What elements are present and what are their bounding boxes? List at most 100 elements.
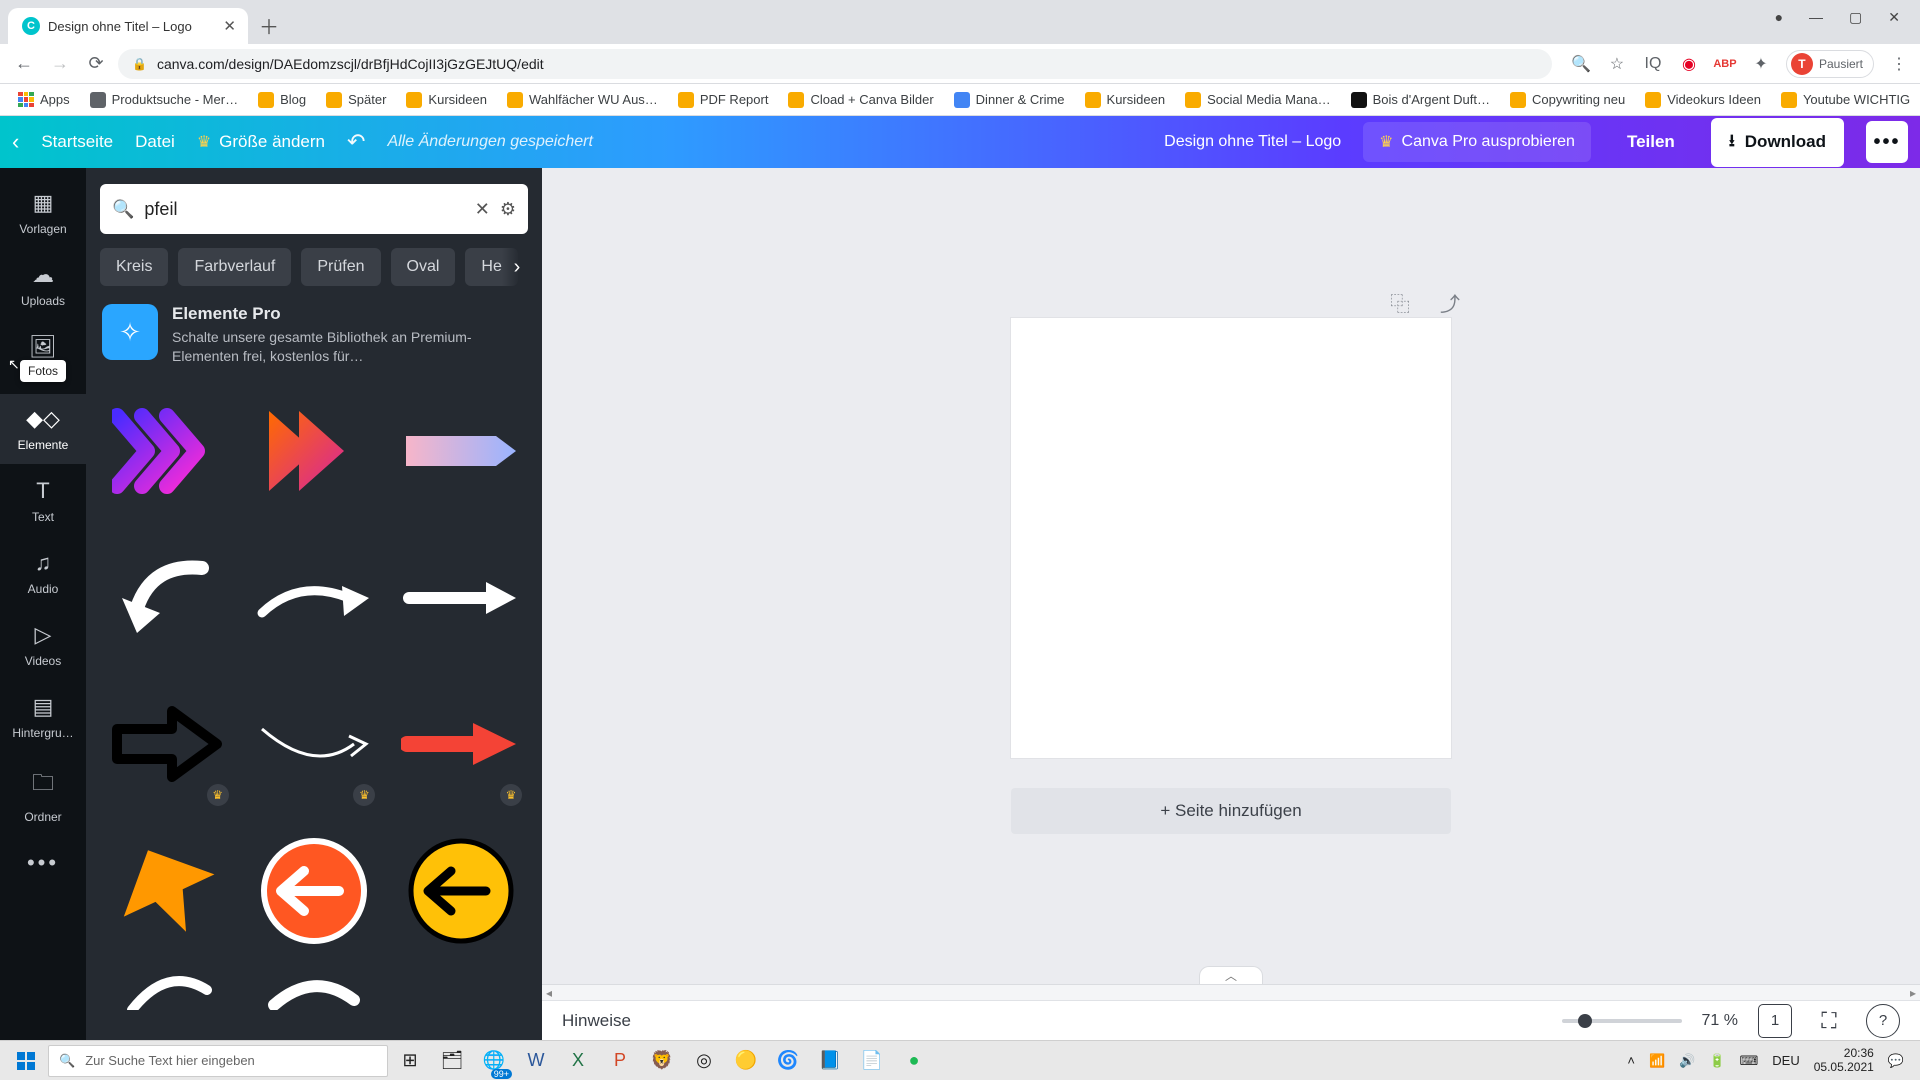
edge-icon[interactable]: 🌐99+ [474,1041,514,1081]
bookmark-item[interactable]: Später [318,92,394,108]
bookmark-item[interactable]: PDF Report [670,92,777,108]
element-arrow-circle-yellow-left[interactable] [393,824,528,959]
tray-chevron-icon[interactable]: ˄ [1627,1053,1635,1068]
task-view-icon[interactable]: ⊞ [390,1041,430,1081]
more-menu-button[interactable]: ••• [1866,121,1908,163]
new-tab-button[interactable]: ＋ [254,10,284,40]
edge-browser-icon[interactable]: 🌀 [768,1041,808,1081]
element-arrow-red-right[interactable]: ♛ [393,677,528,812]
suggestion-chip[interactable]: Kreis [100,248,168,286]
rail-background[interactable]: ▤Hintergru… [0,682,86,752]
bookmark-item[interactable]: Dinner & Crime [946,92,1073,108]
nav-resize[interactable]: ♛Größe ändern [197,132,325,152]
duplicate-page-icon[interactable]: ⿻ [1390,288,1410,317]
pages-drawer-handle[interactable]: ︿ [1199,966,1263,984]
element-arrow-swoosh-right[interactable] [247,530,382,665]
try-pro-button[interactable]: ♛Canva Pro ausprobieren [1363,122,1591,162]
suggestion-chip[interactable]: Prüfen [301,248,380,286]
browser-tab[interactable]: C Design ohne Titel – Logo ✕ [8,8,248,44]
element-arrow-circle-orange-left[interactable] [247,824,382,959]
elements-pro-card[interactable]: ✧ Elemente Pro Schalte unsere gesamte Bi… [100,300,528,370]
nav-home[interactable]: Startseite [41,132,113,152]
element-arrow-gradient-bar[interactable] [393,384,528,519]
rail-text[interactable]: TText [0,466,86,536]
page-number-button[interactable]: 1 [1758,1004,1792,1038]
zoom-knob[interactable] [1578,1014,1592,1028]
search-field[interactable]: 🔍 ✕ ⚙ [100,184,528,234]
nav-reload-button[interactable]: ⟳ [82,50,110,78]
brave-icon[interactable]: 🦁 [642,1041,682,1081]
profile-chip[interactable]: T Pausiert [1786,50,1874,78]
suggestion-chip[interactable]: Oval [391,248,456,286]
zoom-slider[interactable] [1562,1019,1682,1023]
nav-file[interactable]: Datei [135,132,175,152]
element-arrow-thin-curve[interactable]: ♛ [247,677,382,812]
address-bar[interactable]: 🔒 canva.com/design/DAEdomzscjl/drBfjHdCo… [118,49,1552,79]
bookmark-item[interactable]: Videokurs Ideen [1637,92,1769,108]
tab-close-icon[interactable]: ✕ [223,17,236,35]
nav-back-button[interactable]: ← [10,50,38,78]
suggestion-chip[interactable]: Farbverlauf [178,248,291,286]
extensions-puzzle-icon[interactable]: ✦ [1750,53,1772,75]
rail-uploads[interactable]: ☁Uploads [0,250,86,320]
element-arrow-curved-down[interactable] [100,530,235,665]
taskbar-clock[interactable]: 20:3605.05.2021 [1814,1047,1874,1075]
obs-icon[interactable]: ◎ [684,1041,724,1081]
window-close[interactable]: ✕ [1888,9,1900,26]
notification-center-icon[interactable]: 💬 [1888,1053,1904,1069]
bookmark-item[interactable]: Cload + Canva Bilder [780,92,941,108]
explorer-icon[interactable]: 🗂 [432,1041,472,1081]
element-arrow-straight-right[interactable] [393,530,528,665]
help-icon[interactable]: ? [1866,1004,1900,1038]
rail-audio[interactable]: ♫Audio [0,538,86,608]
taskbar-search[interactable]: 🔍Zur Suche Text hier eingeben [48,1045,388,1077]
powerpoint-icon[interactable]: P [600,1041,640,1081]
bookmark-star-icon[interactable]: ☆ [1606,53,1628,75]
bookmark-apps[interactable]: Apps [10,92,78,108]
bookmark-item[interactable]: Bois d'Argent Duft… [1343,92,1498,108]
extension-pinterest-icon[interactable]: ◉ [1678,53,1700,75]
element-arrow-white-partial[interactable] [100,970,235,1010]
share-button[interactable]: Teilen [1613,122,1689,162]
bookmark-item[interactable]: Youtube WICHTIG [1773,92,1918,108]
suggestion-scroll-right[interactable]: › [502,248,532,286]
app-icon[interactable]: 📘 [810,1041,850,1081]
horizontal-scrollbar[interactable]: ◂▸ [542,984,1920,1000]
addressbar-extra-dot[interactable]: ● [1775,9,1783,25]
keyboard-icon[interactable]: ⌨ [1740,1053,1759,1069]
chrome-icon[interactable]: 🟡 [726,1041,766,1081]
rail-videos[interactable]: ▷Videos [0,610,86,680]
battery-icon[interactable]: 🔋 [1709,1053,1725,1069]
rail-folders[interactable]: 🗀Ordner [0,754,86,836]
clear-search-icon[interactable]: ✕ [475,199,490,220]
volume-icon[interactable]: 🔊 [1679,1053,1695,1069]
system-tray[interactable]: ˄ 📶 🔊 🔋 ⌨ DEU 20:3605.05.2021 💬 [1627,1047,1914,1075]
search-input[interactable] [144,199,464,220]
download-button[interactable]: ⭳Download [1711,118,1844,167]
design-page[interactable] [1011,318,1451,758]
zoom-percent[interactable]: 71 % [1702,1012,1738,1030]
bookmark-item[interactable]: Copywriting neu [1502,92,1633,108]
extension-abp-icon[interactable]: ABP [1714,53,1736,75]
bookmark-item[interactable]: Kursideen [1077,92,1174,108]
page-options-icon[interactable]: ⤴ [1440,288,1460,317]
document-name[interactable]: Design ohne Titel – Logo [1164,133,1341,151]
element-arrow-orange-plane[interactable] [100,824,235,959]
excel-icon[interactable]: X [558,1041,598,1081]
bookmark-item[interactable]: Blog [250,92,314,108]
rail-templates[interactable]: ▦Vorlagen [0,178,86,248]
element-arrow-gradient-chevrons-purple[interactable] [100,384,235,519]
language-indicator[interactable]: DEU [1772,1053,1799,1068]
notepad-icon[interactable]: 📄 [852,1041,892,1081]
chrome-menu-icon[interactable]: ⋮ [1888,53,1910,75]
filter-icon[interactable]: ⚙ [500,199,516,220]
zoom-icon[interactable]: 🔍 [1570,53,1592,75]
bookmark-item[interactable]: Social Media Mana… [1177,92,1339,108]
bookmark-item[interactable]: Wahlfächer WU Aus… [499,92,666,108]
element-arrow-black-outline[interactable]: ♛ [100,677,235,812]
spotify-icon[interactable]: ● [894,1041,934,1081]
add-page-button[interactable]: + Seite hinzufügen [1011,788,1451,834]
notes-button[interactable]: Hinweise [562,1011,631,1031]
bookmark-item[interactable]: Produktsuche - Mer… [82,92,246,108]
extension-epub-icon[interactable]: IQ [1642,53,1664,75]
